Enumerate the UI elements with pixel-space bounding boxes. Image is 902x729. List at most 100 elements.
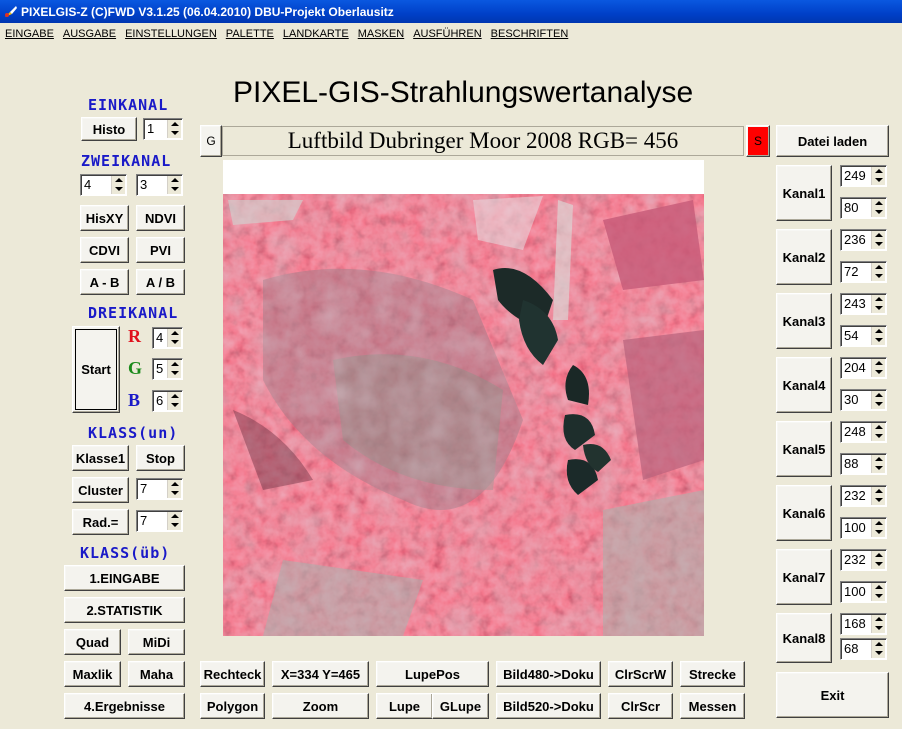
kanal3-min-spinner[interactable]: 54 <box>840 325 887 347</box>
spinner-arrows-icon[interactable] <box>871 423 885 441</box>
start-button[interactable]: Start <box>72 326 120 413</box>
menu-beschriften[interactable]: BESCHRIFTEN <box>491 28 569 40</box>
spinner-arrows-icon[interactable] <box>871 519 885 537</box>
spinner-arrows-icon[interactable] <box>871 167 885 185</box>
spinner-arrows-icon[interactable] <box>871 359 885 377</box>
spinner-arrows-icon[interactable] <box>871 231 885 249</box>
r-spinner[interactable]: 4 <box>152 327 183 349</box>
spinner-arrows-icon[interactable] <box>871 455 885 473</box>
maxlik-button[interactable]: Maxlik <box>64 661 121 687</box>
ndvi-button[interactable]: NDVI <box>136 205 185 231</box>
cluster-button[interactable]: Cluster <box>72 477 129 503</box>
kanal5-min-spinner[interactable]: 88 <box>840 453 887 475</box>
kanal7-max-spinner[interactable]: 232 <box>840 549 887 571</box>
lupe-button[interactable]: Lupe <box>376 693 433 719</box>
stop-button[interactable]: Stop <box>136 445 185 471</box>
rechteck-button[interactable]: Rechteck <box>200 661 265 687</box>
bild480-doku-button[interactable]: Bild480->Doku <box>496 661 601 687</box>
spinner-arrows-icon[interactable] <box>167 360 181 378</box>
eingabe-button[interactable]: 1.EINGABE <box>64 565 185 591</box>
kanal6-min-spinner[interactable]: 100 <box>840 517 887 539</box>
spinner-arrows-icon[interactable] <box>871 487 885 505</box>
menu-ausfuehren[interactable]: AUSFÜHREN <box>413 28 481 40</box>
s-button[interactable]: S <box>746 125 770 157</box>
spinner-arrows-icon[interactable] <box>871 199 885 217</box>
kanal5-max-spinner[interactable]: 248 <box>840 421 887 443</box>
spinner-arrows-icon[interactable] <box>871 391 885 409</box>
kanal4-max-spinner[interactable]: 204 <box>840 357 887 379</box>
zweikanal-b-spinner[interactable]: 3 <box>136 174 183 196</box>
strecke-button[interactable]: Strecke <box>680 661 745 687</box>
radius-button[interactable]: Rad.= <box>72 509 129 535</box>
kanal6-max-spinner[interactable]: 232 <box>840 485 887 507</box>
clrscr-button[interactable]: ClrScr <box>608 693 673 719</box>
kanal8-button[interactable]: Kanal8 <box>776 613 832 663</box>
kanal2-max-spinner[interactable]: 236 <box>840 229 887 251</box>
spinner-arrows-icon[interactable] <box>871 583 885 601</box>
kanal2-button[interactable]: Kanal2 <box>776 229 832 285</box>
clrscrw-button[interactable]: ClrScrW <box>608 661 673 687</box>
kanal4-button[interactable]: Kanal4 <box>776 357 832 413</box>
kanal2-min-spinner[interactable]: 72 <box>840 261 887 283</box>
a-minus-b-button[interactable]: A - B <box>80 269 129 295</box>
spinner-arrows-icon[interactable] <box>167 176 181 194</box>
statistik-button[interactable]: 2.STATISTIK <box>64 597 185 623</box>
menu-eingabe[interactable]: EINGABE <box>5 28 54 40</box>
kanal3-max-spinner[interactable]: 243 <box>840 293 887 315</box>
lupepos-button[interactable]: LupePos <box>376 661 489 687</box>
kanal7-min-spinner[interactable]: 100 <box>840 581 887 603</box>
maha-button[interactable]: Maha <box>128 661 185 687</box>
kanal5-button[interactable]: Kanal5 <box>776 421 832 477</box>
spinner-arrows-icon[interactable] <box>871 551 885 569</box>
radius-spinner[interactable]: 7 <box>136 510 183 532</box>
menu-palette[interactable]: PALETTE <box>226 28 274 40</box>
spinner-arrows-icon[interactable] <box>111 176 125 194</box>
spinner-arrows-icon[interactable] <box>871 615 885 633</box>
hisxy-button[interactable]: HisXY <box>80 205 129 231</box>
menu-masken[interactable]: MASKEN <box>358 28 404 40</box>
polygon-button[interactable]: Polygon <box>200 693 265 719</box>
kanal1-button[interactable]: Kanal1 <box>776 165 832 221</box>
ergebnisse-button[interactable]: 4.Ergebnisse <box>64 693 185 719</box>
kanal1-max-spinner[interactable]: 249 <box>840 165 887 187</box>
g-spinner[interactable]: 5 <box>152 358 183 380</box>
zoom-button[interactable]: Zoom <box>272 693 369 719</box>
glupe-button[interactable]: GLupe <box>432 693 489 719</box>
g-button[interactable]: G <box>200 125 222 157</box>
exit-button[interactable]: Exit <box>776 672 889 718</box>
midi-button[interactable]: MiDi <box>128 629 185 655</box>
kanal4-min-spinner[interactable]: 30 <box>840 389 887 411</box>
zweikanal-a-spinner[interactable]: 4 <box>80 174 127 196</box>
spinner-arrows-icon[interactable] <box>871 327 885 345</box>
b-spinner[interactable]: 6 <box>152 390 183 412</box>
spinner-arrows-icon[interactable] <box>167 392 181 410</box>
spinner-arrows-icon[interactable] <box>167 120 181 138</box>
datei-laden-button[interactable]: Datei laden <box>776 125 889 157</box>
kanal6-button[interactable]: Kanal6 <box>776 485 832 541</box>
kanal8-max-spinner[interactable]: 168 <box>840 613 887 635</box>
cluster-spinner[interactable]: 7 <box>136 478 183 500</box>
cdvi-button[interactable]: CDVI <box>80 237 129 263</box>
kanal8-min-spinner[interactable]: 68 <box>840 638 887 660</box>
a-div-b-button[interactable]: A / B <box>136 269 185 295</box>
histo-spinner[interactable]: 1 <box>143 118 183 140</box>
spinner-arrows-icon[interactable] <box>167 329 181 347</box>
spinner-arrows-icon[interactable] <box>167 480 181 498</box>
histo-button[interactable]: Histo <box>81 117 137 141</box>
image-canvas[interactable] <box>223 160 704 636</box>
klasse1-button[interactable]: Klasse1 <box>72 445 129 471</box>
messen-button[interactable]: Messen <box>680 693 745 719</box>
menu-ausgabe[interactable]: AUSGABE <box>63 28 116 40</box>
menu-einstellungen[interactable]: EINSTELLUNGEN <box>125 28 217 40</box>
spinner-arrows-icon[interactable] <box>871 640 885 658</box>
spinner-arrows-icon[interactable] <box>167 512 181 530</box>
kanal3-button[interactable]: Kanal3 <box>776 293 832 349</box>
spinner-arrows-icon[interactable] <box>871 263 885 281</box>
kanal7-button[interactable]: Kanal7 <box>776 549 832 605</box>
kanal1-min-spinner[interactable]: 80 <box>840 197 887 219</box>
pvi-button[interactable]: PVI <box>136 237 185 263</box>
menu-landkarte[interactable]: LANDKARTE <box>283 28 349 40</box>
spinner-arrows-icon[interactable] <box>871 295 885 313</box>
bild520-doku-button[interactable]: Bild520->Doku <box>496 693 601 719</box>
quad-button[interactable]: Quad <box>64 629 121 655</box>
